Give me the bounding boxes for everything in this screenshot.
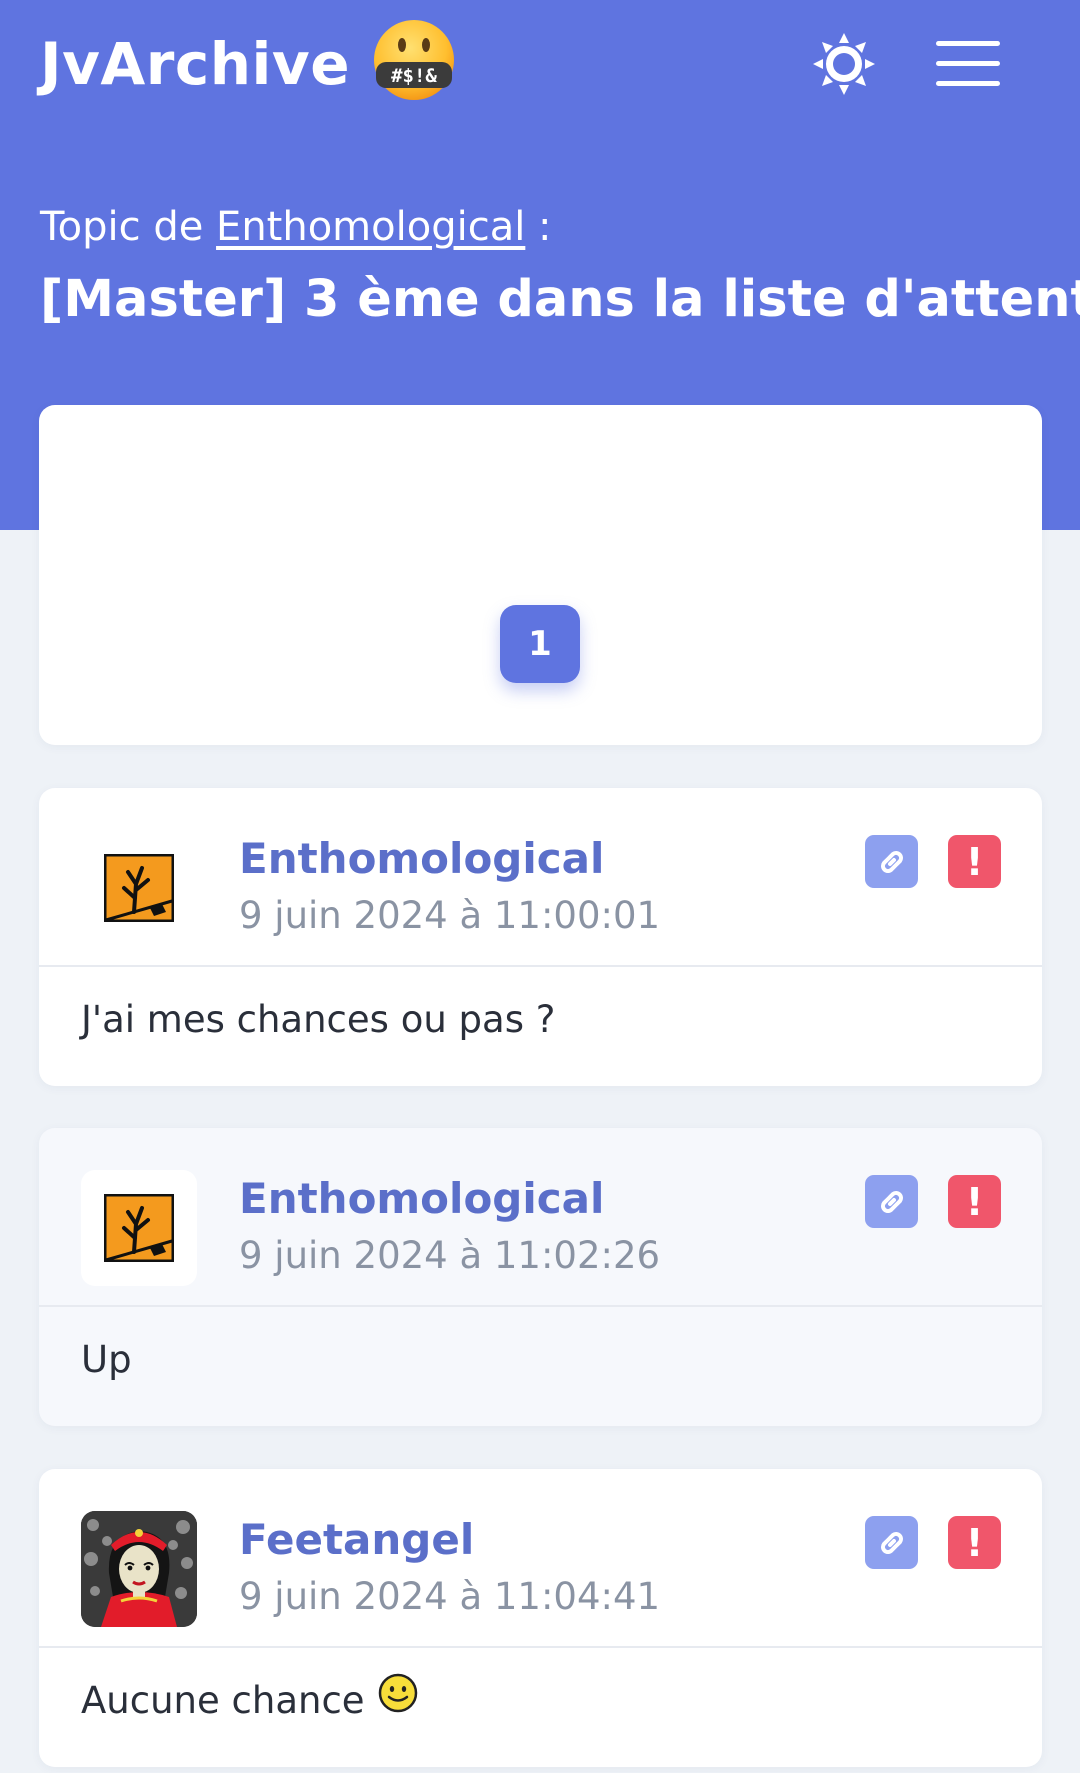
post-author[interactable]: Enthomological (239, 834, 604, 883)
post-author[interactable]: Feetangel (239, 1515, 474, 1564)
link-icon (880, 1531, 903, 1554)
swearing-face-emoji: #$!& (374, 20, 454, 100)
post-date: 9 juin 2024 à 11:00:01 (239, 894, 661, 937)
hazard-sign-icon (104, 854, 174, 922)
menu-button[interactable] (932, 30, 1004, 98)
topic-title: [Master] 3 ème dans la liste d'attente (40, 270, 1080, 329)
post-author[interactable]: Enthomological (239, 1174, 604, 1223)
post-card: Enthomological 9 juin 2024 à 11:02:26 ! … (39, 1128, 1042, 1426)
link-icon (880, 1190, 903, 1213)
hazard-sign-avatar[interactable] (81, 1170, 197, 1286)
permalink-button[interactable] (865, 835, 918, 888)
post-text: Aucune chance (81, 1679, 365, 1722)
site-logo[interactable]: JvArchive (40, 30, 350, 98)
permalink-button[interactable] (865, 1516, 918, 1569)
topic-suffix: : (525, 204, 552, 250)
report-button[interactable]: ! (948, 1516, 1001, 1569)
post-text: Up (81, 1338, 132, 1381)
report-label: ! (965, 1520, 984, 1565)
post-header: Enthomological 9 juin 2024 à 11:02:26 ! (39, 1128, 1042, 1307)
topic-prefix: Topic de (40, 204, 217, 250)
post-header: Feetangel 9 juin 2024 à 11:04:41 ! (39, 1469, 1042, 1648)
post-card: Enthomological 9 juin 2024 à 11:00:01 ! … (39, 788, 1042, 1086)
comic-woman-avatar[interactable] (81, 1511, 197, 1627)
report-button[interactable]: ! (948, 1175, 1001, 1228)
post-header: Enthomological 9 juin 2024 à 11:00:01 ! (39, 788, 1042, 967)
post-text: J'ai mes chances ou pas ? (81, 998, 556, 1041)
permalink-button[interactable] (865, 1175, 918, 1228)
page: JvArchive #$!& Topic de Enthomological:… (0, 0, 1080, 1773)
pagination-card: 1 (39, 405, 1042, 745)
topic-author-link[interactable]: Enthomological (216, 204, 525, 250)
post-body: J'ai mes chances ou pas ? (81, 998, 555, 1041)
hazard-sign-avatar[interactable] (81, 830, 197, 946)
topic-line: Topic de Enthomological : (40, 204, 552, 250)
post-date: 9 juin 2024 à 11:02:26 (239, 1234, 661, 1277)
post-date: 9 juin 2024 à 11:04:41 (239, 1575, 661, 1618)
report-label: ! (965, 1179, 984, 1224)
hamburger-menu-icon (936, 41, 1000, 86)
post-body: Aucune chance (81, 1673, 419, 1722)
post-card: Feetangel 9 juin 2024 à 11:04:41 ! Aucun… (39, 1469, 1042, 1767)
post-body: Up (81, 1338, 132, 1381)
hazard-sign-icon (104, 1194, 174, 1262)
sun-icon (813, 33, 875, 95)
report-label: ! (965, 839, 984, 884)
report-button[interactable]: ! (948, 835, 1001, 888)
svg-text:#$!&: #$!& (391, 65, 437, 87)
smiley-icon (378, 1673, 417, 1712)
theme-toggle-button[interactable] (810, 30, 878, 98)
comic-woman-icon (81, 1511, 197, 1627)
link-icon (880, 850, 903, 873)
page-button-current[interactable]: 1 (500, 605, 580, 683)
